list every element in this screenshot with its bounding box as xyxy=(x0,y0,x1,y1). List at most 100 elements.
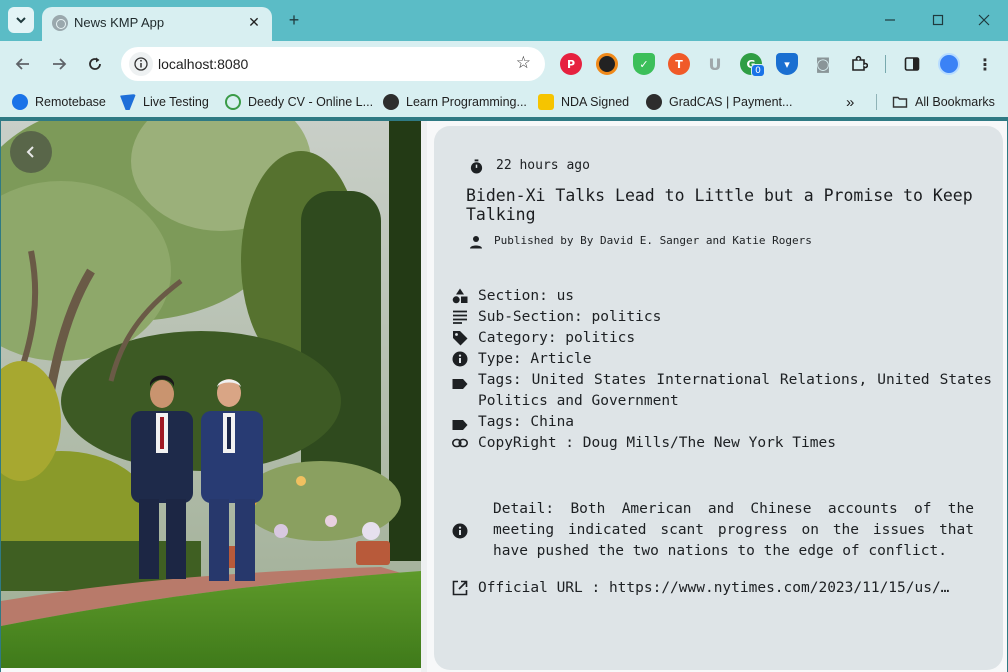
side-panel-icon[interactable] xyxy=(901,53,923,75)
folder-icon xyxy=(892,96,908,108)
globe-icon xyxy=(52,15,68,31)
published-time: 22 hours ago xyxy=(468,158,590,174)
section-text: Section: us xyxy=(478,288,575,304)
minimize-icon xyxy=(885,19,895,21)
bookmark-item[interactable]: Deedy CV - Online L... xyxy=(225,93,373,111)
person-icon xyxy=(468,234,484,250)
shield-extension-icon[interactable]: ✓ xyxy=(633,53,655,75)
label-icon xyxy=(452,376,468,392)
browser-tab-active[interactable]: News KMP App ✕ xyxy=(42,7,272,41)
bookmark-item[interactable]: NDA Signed xyxy=(538,93,629,111)
toolbar-separator xyxy=(885,55,886,73)
bookmark-label: Deedy CV - Online L... xyxy=(248,95,374,109)
close-tab-icon[interactable]: ✕ xyxy=(244,13,264,33)
puzzle-extensions-icon[interactable] xyxy=(848,53,870,75)
close-window-button[interactable] xyxy=(972,8,996,32)
maximize-icon xyxy=(932,14,944,26)
tab-strip: News KMP App ✕ + xyxy=(0,0,1008,41)
category-row: Category: politics xyxy=(452,328,992,349)
time-ago-text: 22 hours ago xyxy=(496,158,590,173)
tab-search-button[interactable] xyxy=(8,7,34,33)
panel-divider xyxy=(421,121,427,672)
bookmark-label: NDA Signed xyxy=(561,95,630,109)
published-by-text: Published by By David E. Sanger and Kati… xyxy=(494,234,812,247)
tags-text: Tags: China xyxy=(478,414,575,430)
camera-extension-icon[interactable]: ◙ xyxy=(812,53,834,75)
url-text[interactable]: localhost:8080 xyxy=(158,56,248,72)
back-nav-button[interactable] xyxy=(11,52,35,76)
translate-extension-icon[interactable]: T xyxy=(668,53,690,75)
bookmark-label: GradCAS | Payment... xyxy=(669,95,793,109)
back-button[interactable] xyxy=(10,131,52,173)
all-bookmarks-label: All Bookmarks xyxy=(915,95,995,109)
copyright-row: CopyRight : Doug Mills/The New York Time… xyxy=(452,433,992,454)
article-title: Biden-Xi Talks Lead to Little but a Prom… xyxy=(466,186,973,224)
bookmark-item[interactable]: Live Testing xyxy=(120,93,209,111)
stopwatch-icon xyxy=(468,158,484,174)
bookmark-item[interactable]: GradCAS | Payment... xyxy=(646,93,792,111)
arrow-right-icon xyxy=(53,58,67,70)
type-text: Type: Article xyxy=(478,351,592,367)
live-testing-icon xyxy=(120,94,136,110)
label-icon xyxy=(452,417,468,433)
tags-row: Tags: United States International Relati… xyxy=(452,370,992,412)
all-bookmarks-button[interactable]: All Bookmarks xyxy=(892,93,995,111)
link-icon xyxy=(452,435,468,451)
more-menu-icon[interactable]: ⋮ xyxy=(974,53,996,75)
copyright-text: CopyRight : Doug Mills/The New York Time… xyxy=(478,435,836,451)
tag-icon xyxy=(452,330,468,346)
bookmark-item[interactable]: Remotebase xyxy=(12,93,106,111)
forward-nav-button[interactable] xyxy=(47,52,71,76)
info-icon xyxy=(452,351,468,367)
author-line: Published by By David E. Sanger and Kati… xyxy=(468,234,812,250)
tab-title: News KMP App xyxy=(74,15,165,30)
category-text: Category: politics xyxy=(478,330,636,346)
sub-section-row: Sub-Section: politics xyxy=(452,307,992,328)
maximize-button[interactable] xyxy=(926,8,950,32)
remotebase-icon xyxy=(12,94,28,110)
tags-row: Tags: China xyxy=(452,412,992,433)
arrow-left-icon xyxy=(15,58,29,70)
detail-row: Detail: Both American and Chinese accoun… xyxy=(452,499,974,562)
close-icon xyxy=(978,14,990,26)
official-url-row[interactable]: Official URL : https://www.nytimes.com/2… xyxy=(452,578,949,599)
more-bookmarks-button[interactable]: » xyxy=(846,93,854,111)
bookmark-item[interactable]: Learn Programming... xyxy=(383,93,527,111)
chevron-left-icon xyxy=(26,146,34,158)
category-shapes-icon xyxy=(452,288,468,304)
bookmark-star-icon[interactable]: ☆ xyxy=(516,53,531,73)
deedy-icon xyxy=(225,94,241,110)
bookmarks-separator xyxy=(876,94,877,110)
globe-icon xyxy=(383,94,399,110)
chevron-down-icon xyxy=(16,17,26,24)
open-in-new-icon xyxy=(452,580,468,596)
bookmark-label: Learn Programming... xyxy=(406,95,527,109)
bookmark-label: Live Testing xyxy=(143,95,209,109)
reload-button[interactable] xyxy=(83,52,107,76)
info-icon xyxy=(452,523,468,539)
section-row: Section: us xyxy=(452,286,992,307)
article-details-card: 22 hours ago Biden-Xi Talks Lead to Litt… xyxy=(434,126,1003,670)
minimize-button[interactable] xyxy=(878,8,902,32)
u-extension-icon[interactable]: U xyxy=(704,53,726,75)
address-bar[interactable]: localhost:8080 ☆ xyxy=(121,47,545,81)
profile-avatar[interactable] xyxy=(938,53,960,75)
vpn-extension-icon[interactable]: ▾ xyxy=(776,53,798,75)
download-icon xyxy=(538,94,554,110)
tags-text: Tags: United States International Relati… xyxy=(478,372,992,409)
pinterest-extension-icon[interactable]: P xyxy=(560,53,582,75)
site-info-icon[interactable] xyxy=(129,52,153,76)
type-row: Type: Article xyxy=(452,349,992,370)
article-photo xyxy=(1,121,421,668)
browser-toolbar: localhost:8080 ☆ P ✓ T U G 0 ▾ ◙ ⋮ xyxy=(0,41,1008,87)
sub-section-text: Sub-Section: politics xyxy=(478,309,662,325)
subject-lines-icon xyxy=(452,309,468,325)
new-tab-button[interactable]: + xyxy=(284,10,304,30)
bookmarks-bar: Remotebase Live Testing Deedy CV - Onlin… xyxy=(0,87,1008,117)
metamask-extension-icon[interactable] xyxy=(596,53,618,75)
detail-text: Detail: Both American and Chinese accoun… xyxy=(493,501,974,559)
official-url-link[interactable]: Official URL : https://www.nytimes.com/2… xyxy=(478,578,949,599)
extension-badge: 0 xyxy=(751,64,765,77)
reload-icon xyxy=(89,57,101,70)
chevron-double-right-icon: » xyxy=(846,93,855,111)
